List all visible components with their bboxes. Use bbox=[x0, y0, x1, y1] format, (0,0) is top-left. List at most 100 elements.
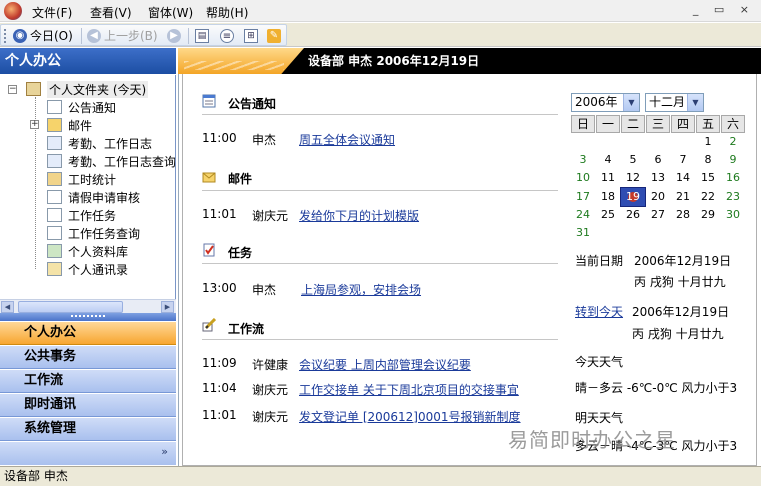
panel-splitter[interactable] bbox=[0, 313, 176, 321]
calendar-day[interactable]: 17 bbox=[571, 188, 595, 206]
notice-link[interactable]: 周五全体会议通知 bbox=[299, 131, 395, 148]
today-button[interactable]: ◉ 今日(O) bbox=[13, 28, 73, 44]
list-button[interactable]: ≡ bbox=[220, 28, 234, 44]
calendar-day[interactable]: 16 bbox=[721, 169, 745, 187]
calendar-day[interactable]: 23 bbox=[721, 188, 745, 206]
tree-item-label: 公告通知 bbox=[68, 100, 117, 115]
calendar-day[interactable]: 1 bbox=[696, 133, 720, 151]
mail-link[interactable]: 发给你下月的计划模版 bbox=[299, 207, 419, 224]
nav-more-button[interactable]: » bbox=[0, 441, 176, 465]
scroll-left-icon[interactable]: ◀ bbox=[1, 301, 14, 313]
nav-public-affairs[interactable]: 公共事务 bbox=[0, 345, 176, 369]
clock-icon bbox=[47, 172, 62, 186]
tree-item[interactable]: 考勤、工作日志 bbox=[47, 134, 152, 152]
nav-workflow[interactable]: 工作流 bbox=[0, 369, 176, 393]
chevron-down-icon: » bbox=[161, 445, 168, 458]
edit-button[interactable]: ✎ bbox=[267, 28, 281, 44]
layout-button[interactable]: ⊞ bbox=[244, 28, 258, 44]
tree-item[interactable]: 工时统计 bbox=[47, 170, 116, 188]
tree-root-expander[interactable]: − bbox=[8, 85, 17, 94]
calendar-day[interactable]: 3 bbox=[571, 151, 595, 169]
forward-arrow-icon: ▶ bbox=[167, 29, 181, 43]
nav-system-admin[interactable]: 系统管理 bbox=[0, 417, 176, 441]
workflow-link[interactable]: 会议纪要 上周内部管理会议纪要 bbox=[299, 356, 471, 373]
menu-window[interactable]: 窗体(W) bbox=[148, 4, 193, 21]
workflow-link[interactable]: 发文登记单 [200612]0001号报销新制度 bbox=[299, 408, 521, 425]
calendar-day-today[interactable]: 19 bbox=[620, 186, 646, 207]
mail-person: 谢庆元 bbox=[252, 209, 289, 223]
weekday-header: 五 bbox=[696, 115, 720, 133]
notice-person: 申杰 bbox=[252, 133, 277, 147]
calendar-day[interactable]: 20 bbox=[646, 188, 670, 206]
calendar-day[interactable]: 13 bbox=[646, 169, 670, 187]
section-title-notice: 公告通知 bbox=[228, 97, 277, 111]
weekday-header: 二 bbox=[621, 115, 645, 133]
tree-item[interactable]: 个人资料库 bbox=[47, 242, 128, 260]
goto-today-link[interactable]: 转到今天 bbox=[575, 303, 623, 320]
menu-view[interactable]: 查看(V) bbox=[90, 4, 132, 21]
calendar-day[interactable]: 30 bbox=[721, 206, 745, 224]
main-header: 设备部 申杰 2006年12月19日 bbox=[178, 48, 761, 74]
calendar-day[interactable]: 2 bbox=[721, 133, 745, 151]
menu-file[interactable]: 文件(F) bbox=[32, 4, 72, 21]
calendar-day[interactable]: 28 bbox=[671, 206, 695, 224]
scroll-right-icon[interactable]: ▶ bbox=[161, 301, 174, 313]
nav-personal-office[interactable]: 个人办公 bbox=[0, 321, 176, 345]
tree-item-label: 考勤、工作日志 bbox=[68, 136, 153, 151]
calendar-day[interactable]: 12 bbox=[621, 169, 645, 187]
calendar-day[interactable]: 11 bbox=[596, 169, 620, 187]
menu-bar: 文件(F) 查看(V) 窗体(W) 帮助(H) _ ▭ × bbox=[0, 0, 761, 22]
notice-icon bbox=[202, 94, 216, 108]
sidebar-title: 个人办公 bbox=[0, 48, 176, 74]
calendar-day[interactable]: 31 bbox=[571, 224, 595, 242]
calendar-day[interactable]: 27 bbox=[646, 206, 670, 224]
tree-item-label: 工时统计 bbox=[68, 172, 117, 187]
calendar-day[interactable]: 6 bbox=[646, 151, 670, 169]
calendar-day[interactable]: 8 bbox=[696, 151, 720, 169]
calendar-day[interactable]: 22 bbox=[696, 188, 720, 206]
tree-item[interactable]: 工作任务查询 bbox=[47, 224, 140, 242]
window-controls[interactable]: _ ▭ × bbox=[693, 3, 755, 16]
calendar-day[interactable]: 26 bbox=[621, 206, 645, 224]
weekday-header: 四 bbox=[671, 115, 695, 133]
toolbar-separator bbox=[81, 28, 82, 44]
calendar-day[interactable]: 21 bbox=[671, 188, 695, 206]
calendar-day[interactable]: 4 bbox=[596, 151, 620, 169]
tree-expander[interactable]: + bbox=[30, 120, 39, 129]
task-icon bbox=[203, 243, 215, 257]
task-link[interactable]: 上海局参观，安排会场 bbox=[301, 281, 421, 298]
section-title-task: 任务 bbox=[228, 246, 253, 260]
weather-today: 晴－多云 -6℃-0℃ 风力小于3 bbox=[575, 381, 738, 395]
calendar-day[interactable]: 29 bbox=[696, 206, 720, 224]
menu-help[interactable]: 帮助(H) bbox=[206, 4, 248, 21]
year-select[interactable]: 2006年 ▼ bbox=[571, 93, 640, 112]
tree-item[interactable]: 个人通讯录 bbox=[47, 260, 128, 278]
tree-item[interactable]: 请假申请审核 bbox=[47, 188, 140, 206]
calendar-day[interactable]: 14 bbox=[671, 169, 695, 187]
calendar-day[interactable]: 10 bbox=[571, 169, 595, 187]
calendar-day[interactable]: 18 bbox=[596, 188, 620, 206]
month-select[interactable]: 十二月 ▼ bbox=[645, 93, 704, 112]
calendar-day[interactable]: 25 bbox=[596, 206, 620, 224]
tree-item[interactable]: 邮件 bbox=[47, 116, 92, 134]
goto-lunar-date: 丙 戌狗 十月廿九 bbox=[632, 327, 724, 341]
print-button[interactable]: ▤ bbox=[195, 28, 209, 44]
calendar-day[interactable]: 7 bbox=[671, 151, 695, 169]
back-button[interactable]: ◀ 上一步(B) bbox=[87, 28, 158, 44]
workflow-link[interactable]: 工作交接单 关于下周北京项目的交接事宜 bbox=[299, 381, 519, 398]
calendar-day[interactable]: 24 bbox=[571, 206, 595, 224]
calendar-day[interactable]: 5 bbox=[621, 151, 645, 169]
tree-root[interactable]: 个人文件夹 (今天) bbox=[26, 80, 149, 98]
print-icon: ▤ bbox=[195, 29, 209, 43]
tree-item[interactable]: 公告通知 bbox=[47, 98, 116, 116]
header-text: 设备部 申杰 2006年12月19日 bbox=[308, 54, 480, 68]
nav-instant-messaging[interactable]: 即时通讯 bbox=[0, 393, 176, 417]
forward-button[interactable]: ▶ bbox=[167, 28, 181, 44]
toolbar-grip[interactable] bbox=[4, 29, 7, 43]
calendar-day[interactable]: 9 bbox=[721, 151, 745, 169]
scroll-thumb[interactable] bbox=[18, 301, 123, 313]
calendar-day[interactable]: 15 bbox=[696, 169, 720, 187]
tree-item[interactable]: 考勤、工作日志查询 bbox=[47, 152, 175, 170]
tree-item[interactable]: 工作任务 bbox=[47, 206, 116, 224]
tree-horizontal-scrollbar[interactable]: ◀ ▶ bbox=[0, 299, 176, 313]
